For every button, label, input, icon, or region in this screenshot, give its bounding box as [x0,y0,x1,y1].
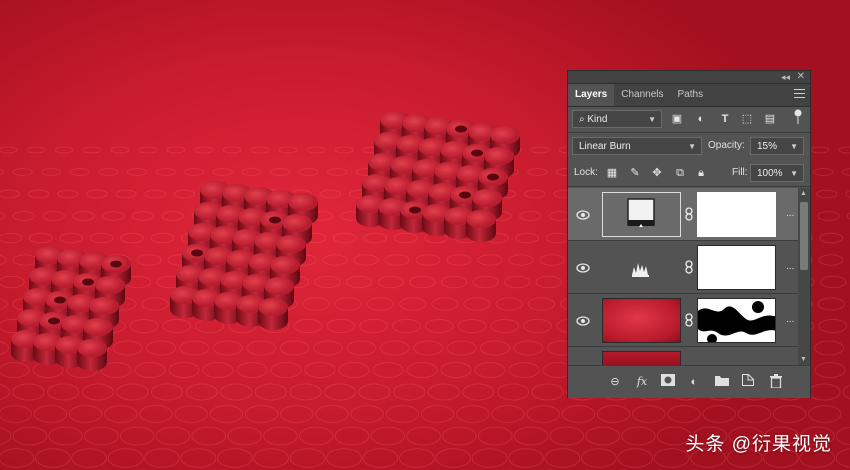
layers-panel[interactable]: ◂◂ ✕ Layers Channels Paths ⌕ Kind ▼ ▣ ◐ … [567,70,811,398]
link-icon[interactable] [683,207,695,221]
collapse-icon[interactable]: ◂◂ [781,71,790,83]
divider [568,186,810,187]
new-layer-icon[interactable] [740,372,756,390]
panel-titlebar[interactable]: ◂◂ ✕ [568,71,810,84]
scroll-down-icon[interactable]: ▼ [800,356,807,363]
layers-bottom-bar: ⊖ fx ◐ [568,365,810,398]
filter-smartobject-icon[interactable]: ▤ [763,112,777,126]
more-icon[interactable]: ... [786,261,794,272]
watermark: 头条 @衍果视觉 [685,434,832,455]
layer-thumbnail[interactable] [602,351,681,365]
panel-tabs: Layers Channels Paths [568,84,810,107]
divider [568,132,810,133]
link-layers-icon[interactable]: ⊖ [607,374,623,390]
layer-row[interactable] [568,347,798,365]
opacity-value: 15% [757,141,778,152]
clouds-mask-pattern [698,301,775,342]
layer-thumbnail[interactable] [602,298,681,343]
filter-pixel-icon[interactable]: ▣ [670,112,684,126]
fill-label: Fill: [732,167,748,178]
add-mask-icon[interactable] [660,374,676,390]
lock-artboard-icon[interactable]: ⧉ [673,166,687,180]
layers-scrollbar[interactable]: ▲ ▼ [798,188,810,365]
adjustment-layer-icon[interactable]: ◐ [686,374,702,390]
layer-mask-thumbnail[interactable] [697,245,776,290]
tab-layers[interactable]: Layers [568,84,615,106]
histogram-adjustment-icon [632,263,649,277]
more-icon[interactable]: ... [786,314,794,325]
filter-shape-icon[interactable]: ⬚ [740,112,754,126]
adjustment-thumbnail[interactable] [602,192,681,237]
lock-transparency-icon[interactable]: ▦ [605,166,619,180]
search-icon: ⌕ [579,114,585,125]
fill-value: 100% [757,168,783,179]
lock-all-icon[interactable]: 🔒︎ [694,166,708,180]
eye-icon[interactable] [576,208,590,222]
layer-row[interactable]: ... [568,188,798,241]
filter-toggle-icon[interactable] [791,109,805,124]
lock-position-icon[interactable]: ✥ [650,166,664,180]
layer-mask-thumbnail[interactable] [697,192,776,237]
filter-kind-value: Kind [587,114,608,125]
adjustment-thumbnail[interactable] [602,245,681,290]
lock-label: Lock: [574,167,598,178]
layer-mask-thumbnail[interactable] [697,298,776,343]
blend-mode-select[interactable]: Linear Burn ▼ [572,137,702,155]
filter-kind-select[interactable]: ⌕ Kind ▼ [572,110,662,128]
levels-adjustment-icon [627,198,655,227]
layer-row[interactable]: ... [568,241,798,294]
chevron-down-icon[interactable]: ▼ [790,138,798,156]
layers-list: ... ... ... [568,188,810,365]
scrollbar-thumb[interactable] [800,202,808,270]
tab-paths[interactable]: Paths [671,84,711,106]
lock-image-pixels-icon[interactable]: ✎ [628,166,642,180]
close-icon[interactable]: ✕ [797,71,805,83]
link-icon[interactable] [683,260,695,274]
opacity-label: Opacity: [708,140,745,151]
chevron-down-icon: ▼ [688,142,696,151]
scroll-up-icon[interactable]: ▲ [800,190,807,197]
eye-icon[interactable] [576,261,590,275]
eye-icon[interactable] [576,314,590,328]
link-icon[interactable] [683,313,695,327]
more-icon[interactable]: ... [786,208,794,219]
tab-channels[interactable]: Channels [614,84,670,106]
layer-row[interactable]: ... [568,294,798,347]
filter-adjustment-icon[interactable]: ◐ [694,112,708,126]
chevron-down-icon: ▼ [648,115,656,124]
filter-type-icon[interactable]: T [718,112,732,126]
blend-mode-value: Linear Burn [579,141,631,152]
panel-menu-icon[interactable] [794,89,805,101]
opacity-field[interactable]: 15% ▼ [750,137,804,155]
trash-icon[interactable] [768,374,784,390]
fx-icon[interactable]: fx [634,374,650,390]
chevron-down-icon[interactable]: ▼ [790,165,798,183]
fill-field[interactable]: 100% ▼ [750,164,804,182]
new-group-icon[interactable] [714,374,730,390]
